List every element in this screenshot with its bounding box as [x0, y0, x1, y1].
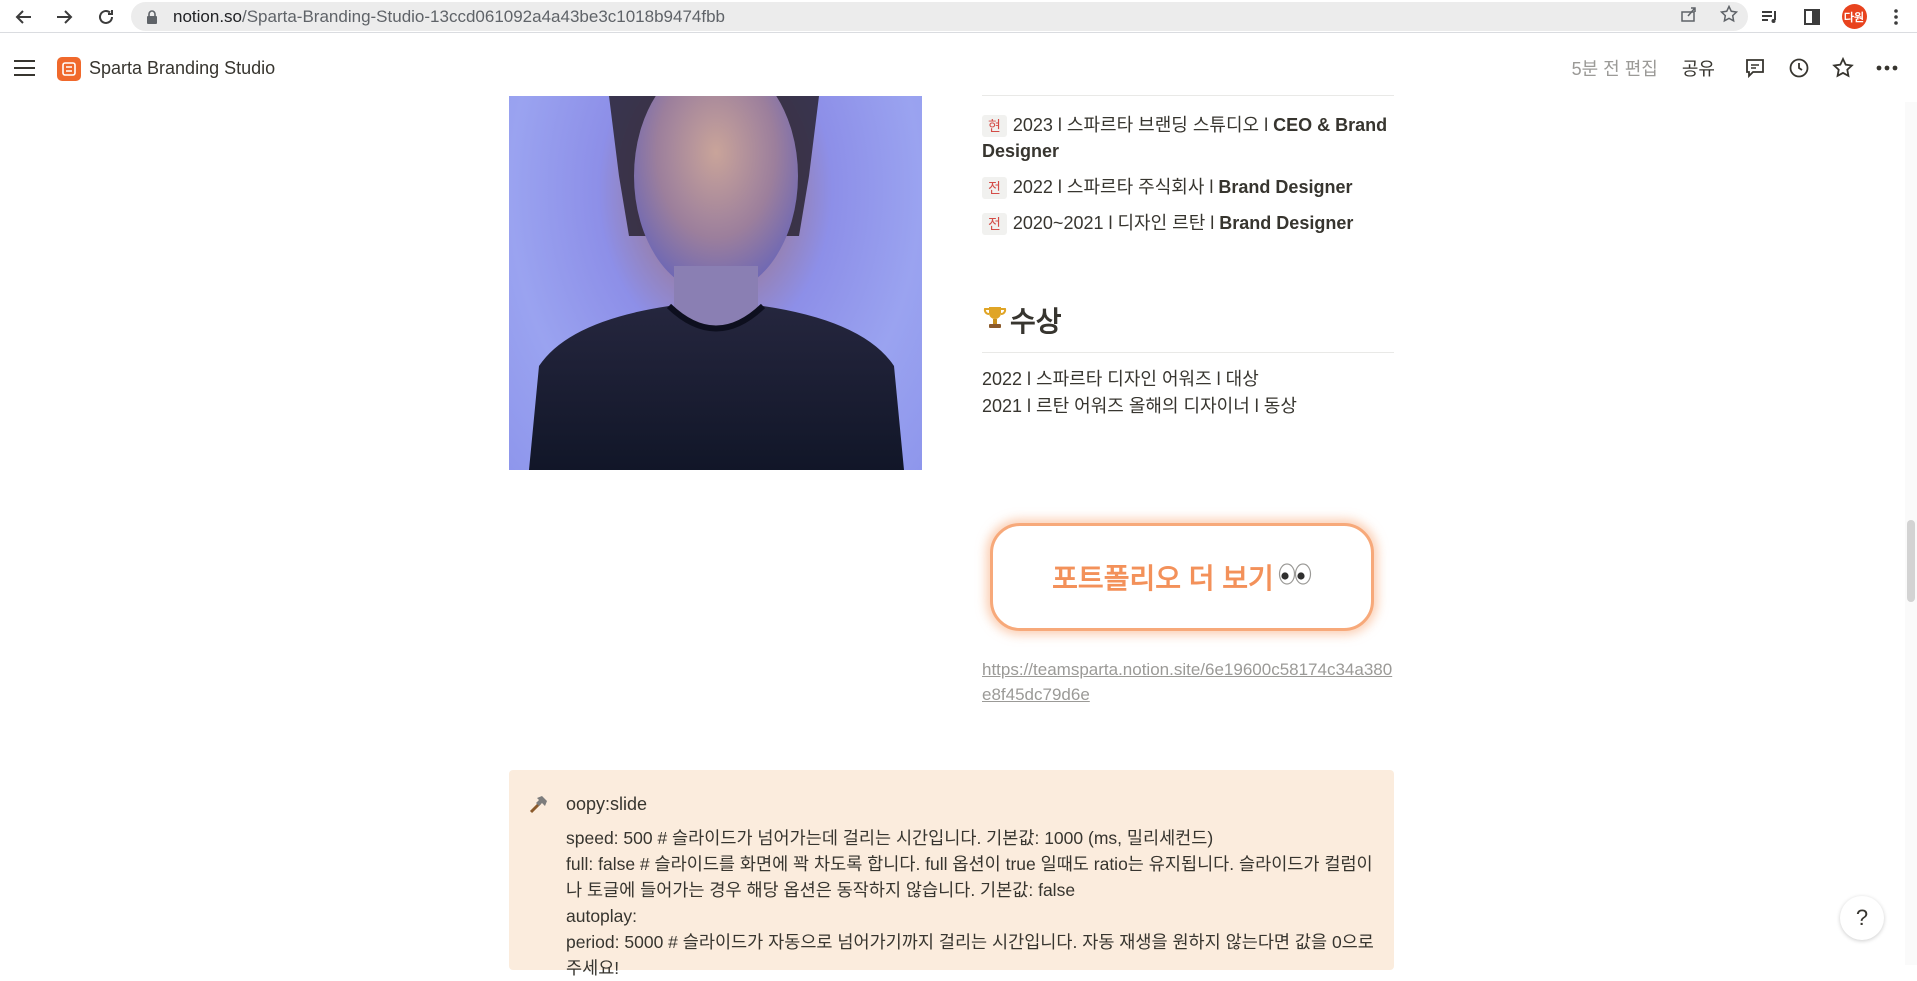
browser-toolbar: notion.so/Sparta-Branding-Studio-13ccd06…	[0, 0, 1917, 33]
lock-icon	[145, 9, 159, 25]
address-bar[interactable]: notion.so/Sparta-Branding-Studio-13ccd06…	[131, 2, 1748, 31]
forward-icon[interactable]	[44, 0, 84, 33]
profile-label: 다원	[1841, 4, 1867, 29]
browser-menu-icon[interactable]	[1875, 0, 1917, 33]
portfolio-button[interactable]: 포트폴리오 더 보기	[990, 523, 1374, 631]
award-item: 2022 l 스파르타 디자인 어워즈 l 대상	[982, 369, 1259, 389]
profile-photo	[509, 96, 922, 470]
portfolio-link[interactable]: https://teamsparta.notion.site/6e19600c5…	[982, 657, 1394, 707]
slide-config-callout: oopy:slide speed: 500 # 슬라이드가 넘어가는데 걸리는 …	[509, 770, 1394, 978]
eyes-icon	[1278, 562, 1312, 592]
career-role: Brand Designer	[1218, 177, 1353, 197]
awards-heading: 수상	[982, 300, 1062, 340]
callout-line: period: 5000 # 슬라이드가 자동으로 넘어가기까지 걸리는 시간입…	[566, 932, 1374, 978]
side-panel-icon[interactable]	[1791, 0, 1833, 33]
reload-icon[interactable]	[86, 0, 126, 33]
callout-line: speed: 500 # 슬라이드가 넘어가는데 걸리는 시간입니다. 기본값:…	[566, 828, 1214, 848]
history-clock-icon[interactable]	[1777, 46, 1821, 90]
awards-list: 2022 l 스파르타 디자인 어워즈 l 대상 2021 l 르탄 어워즈 올…	[982, 366, 1297, 420]
bookmark-star-icon[interactable]	[1719, 4, 1739, 28]
career-tag: 현	[982, 115, 1007, 137]
share-button[interactable]: 공유	[1682, 55, 1715, 81]
share-page-icon[interactable]	[1680, 5, 1698, 28]
help-button[interactable]: ?	[1840, 896, 1884, 940]
callout-line: full: false # 슬라이드를 화면에 꽉 차도록 합니다. full …	[566, 854, 1373, 900]
career-item: 전 2020~2021 l 디자인 르탄 l Brand Designer	[982, 210, 1394, 236]
career-text: 2020~2021 l 디자인 르탄 l	[1012, 213, 1220, 233]
url-path: /Sparta-Branding-Studio-13ccd061092a4a43…	[242, 6, 725, 26]
media-control-icon[interactable]	[1749, 0, 1791, 33]
career-text: 2023 l 스파르타 브랜딩 스튜디오 l	[1012, 115, 1274, 135]
comments-icon[interactable]	[1733, 46, 1777, 90]
more-options-icon[interactable]	[1865, 46, 1909, 90]
page-breadcrumb-title[interactable]: Sparta Branding Studio	[89, 58, 275, 79]
award-item: 2021 l 르탄 어워즈 올해의 디자이너 l 동상	[982, 396, 1297, 416]
url-host: notion.so	[173, 6, 242, 26]
career-heading-divider	[982, 95, 1394, 96]
career-text: 2022 l 스파르타 주식회사 l	[1012, 177, 1219, 197]
callout-title: oopy:slide	[566, 794, 648, 814]
career-item: 현 2023 l 스파르타 브랜딩 스튜디오 l CEO & Brand Desi…	[982, 112, 1394, 164]
sidebar-menu-icon[interactable]	[14, 55, 40, 81]
awards-heading-divider	[982, 352, 1394, 353]
page-scrollbar[interactable]	[1905, 102, 1917, 965]
last-edited-label: 5분 전 편집	[1571, 59, 1658, 79]
career-tag: 전	[982, 177, 1007, 199]
favorite-star-icon[interactable]	[1821, 46, 1865, 90]
back-icon[interactable]	[4, 0, 44, 33]
career-role: Brand Designer	[1219, 213, 1354, 233]
callout-line: autoplay:	[566, 906, 638, 926]
career-tag: 전	[982, 213, 1007, 235]
trophy-icon	[982, 304, 1008, 337]
scroll-thumb[interactable]	[1907, 520, 1915, 602]
hammer-icon	[527, 794, 549, 822]
awards-heading-text: 수상	[1010, 306, 1062, 337]
portfolio-button-label: 포트폴리오 더 보기	[1052, 563, 1274, 594]
notion-topbar: Sparta Branding Studio 5분 전 편집 공유	[0, 34, 1917, 102]
callout-body: speed: 500 # 슬라이드가 넘어가는데 걸리는 시간입니다. 기본값:…	[566, 825, 1376, 981]
workspace-logo-icon[interactable]	[57, 57, 81, 81]
profile-avatar[interactable]: 다원	[1833, 0, 1875, 33]
career-item: 전 2022 l 스파르타 주식회사 l Brand Designer	[982, 174, 1394, 200]
